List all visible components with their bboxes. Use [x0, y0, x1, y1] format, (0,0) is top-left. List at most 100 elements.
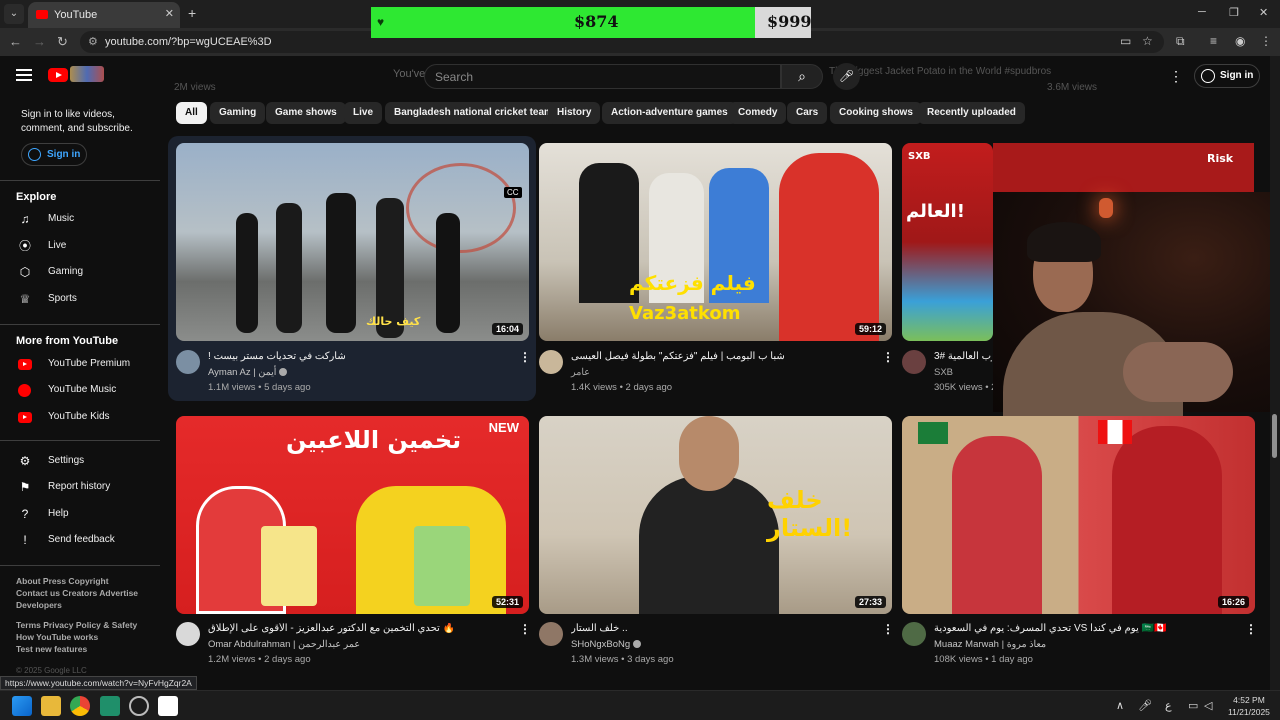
footer-links[interactable]: About Press Copyright	[16, 576, 109, 586]
avatar[interactable]	[539, 350, 563, 374]
video-title[interactable]: تحدي المسرف: يوم في السعودية VS يوم في ك…	[934, 623, 1234, 634]
network-icon[interactable]: ▭	[1188, 699, 1198, 712]
language-indicator[interactable]: ع	[1165, 699, 1172, 712]
avatar[interactable]	[539, 622, 563, 646]
sidebar-item-live[interactable]: ⦿ Live	[0, 234, 160, 260]
footer-links[interactable]: Test new features	[16, 644, 87, 654]
app-icon[interactable]	[158, 696, 178, 716]
footer-links[interactable]: Contact us Creators Advertise	[16, 588, 138, 598]
sidebar-item-music-app[interactable]: YouTube Music	[0, 378, 160, 404]
avatar[interactable]	[902, 350, 926, 374]
channel-name[interactable]: عامر	[571, 367, 590, 378]
search-icon[interactable]: ⌕	[781, 64, 823, 89]
tab-close-icon[interactable]: ✕	[165, 7, 174, 20]
sidebar-item-kids[interactable]: YouTube Kids	[0, 405, 160, 431]
footer-links[interactable]: Terms Privacy Policy & Safety	[16, 620, 137, 630]
avatar[interactable]	[176, 622, 200, 646]
sign-in-button[interactable]: Sign in	[1194, 64, 1260, 88]
clock[interactable]: 4:52 PM 11/21/2025	[1228, 694, 1270, 718]
minimize-icon[interactable]: ─	[1198, 6, 1206, 18]
channel-name[interactable]: Muaaz Marwah | معاذ مروة	[934, 639, 1046, 650]
video-title[interactable]: ! شاركت في تحديات مستر بيست	[208, 351, 508, 362]
sidebar-item-report-history[interactable]: ⚑ Report history	[0, 475, 160, 501]
back-icon[interactable]: ←	[9, 34, 22, 49]
sidebar-item-gaming[interactable]: ⬡ Gaming	[0, 260, 160, 286]
chip-gaming[interactable]: Gaming	[210, 102, 266, 124]
browser-menu-icon[interactable]: ⋮	[1260, 34, 1272, 48]
sidebar-item-sports[interactable]: ♕ Sports	[0, 287, 160, 313]
microphone-tray-icon[interactable]: 🎤︎	[1138, 699, 1152, 712]
chip-game-shows[interactable]: Game shows	[266, 102, 346, 124]
profile-icon[interactable]: ◉	[1235, 34, 1245, 48]
url-text[interactable]: youtube.com/?bp=wgUCEAE%3D	[105, 36, 272, 48]
volume-icon[interactable]: ◁	[1204, 699, 1212, 712]
channel-name[interactable]: SHoNgxBoNg	[571, 639, 642, 650]
sidebar-item-premium[interactable]: YouTube Premium	[0, 352, 160, 378]
video-menu-icon[interactable]: ⋮	[882, 350, 894, 364]
app-icon[interactable]	[100, 696, 120, 716]
footer-links[interactable]: Developers	[16, 600, 62, 610]
chip-cooking[interactable]: Cooking shows	[830, 102, 922, 124]
video-thumbnail[interactable]: فيلم فزعتكم Vaz3atkom 59:12	[539, 143, 892, 341]
chip-live[interactable]: Live	[344, 102, 383, 124]
video-thumbnail[interactable]: تخمين اللاعبين NEW 52:31	[176, 416, 529, 614]
video-thumbnail[interactable]: 16:26	[902, 416, 1255, 614]
site-info-icon[interactable]: ⚙	[88, 35, 98, 48]
sidebar-item-music[interactable]: ♫ Music	[0, 207, 160, 233]
forward-icon[interactable]: →	[33, 34, 46, 49]
sidebar-item-settings[interactable]: ⚙ Settings	[0, 449, 160, 475]
avatar[interactable]	[902, 622, 926, 646]
video-title[interactable]: شبا ب البومب | فيلم "فزعتكم" بطولة فيصل …	[571, 351, 871, 362]
chip-history[interactable]: History	[548, 102, 601, 124]
youtube-logo-icon[interactable]	[48, 68, 68, 82]
chip-cricket[interactable]: Bangladesh national cricket team	[385, 102, 562, 124]
video-thumbnail[interactable]: SXB العالم!	[902, 143, 993, 341]
sidebar-item-feedback[interactable]: ! Send feedback	[0, 528, 160, 554]
app-icon[interactable]	[129, 696, 149, 716]
cc-badge[interactable]: CC	[504, 187, 522, 198]
sidebar-sign-in-button[interactable]: Sign in	[21, 143, 87, 166]
scrollbar[interactable]	[1270, 56, 1280, 690]
search-input[interactable]: Search	[424, 64, 781, 89]
extensions-icon[interactable]: ⧉	[1176, 34, 1185, 49]
video-menu-icon[interactable]: ⋮	[882, 622, 894, 636]
channel-name[interactable]: Ayman Az | أيمن	[208, 367, 288, 378]
avatar[interactable]	[176, 350, 200, 374]
video-title[interactable]: 3# حرب العالمية	[934, 351, 992, 362]
video-thumbnail[interactable]: CC كيف حالك 16:04	[176, 143, 529, 341]
new-tab-button[interactable]: +	[188, 5, 196, 21]
video-title[interactable]: تحدي التخمين مع الدكتور عبدالعزيز - الأق…	[208, 623, 508, 634]
channel-name[interactable]: SXB	[934, 367, 953, 378]
menu-icon[interactable]	[16, 69, 32, 81]
sidebar-item-help[interactable]: ? Help	[0, 502, 160, 528]
chip-cars[interactable]: Cars	[787, 102, 828, 124]
close-window-icon[interactable]: ✕	[1259, 6, 1268, 19]
reload-icon[interactable]: ↻	[57, 34, 68, 50]
video-title[interactable]: خلف الستار ..	[571, 623, 871, 634]
video-menu-icon[interactable]: ⋮	[519, 350, 531, 364]
video-menu-icon[interactable]: ⋮	[1245, 622, 1257, 636]
video-menu-icon[interactable]: ⋮	[519, 622, 531, 636]
settings-menu-icon[interactable]: ⋮	[1169, 68, 1183, 85]
restore-icon[interactable]: ❐	[1229, 6, 1239, 19]
file-explorer-icon[interactable]	[41, 696, 61, 716]
youtube-doodle[interactable]	[70, 66, 104, 82]
footer-links[interactable]: How YouTube works	[16, 632, 98, 642]
chip-recently-uploaded[interactable]: Recently uploaded	[918, 102, 1025, 124]
tab-youtube[interactable]: YouTube ✕	[28, 2, 180, 28]
tray-chevron-icon[interactable]: ∧	[1116, 699, 1124, 712]
cast-icon[interactable]: ▭	[1120, 34, 1131, 48]
scrollbar-thumb[interactable]	[1272, 414, 1277, 458]
bookmark-star-icon[interactable]: ☆	[1142, 34, 1153, 48]
windows-start-icon[interactable]	[12, 696, 32, 716]
microphone-icon[interactable]: 🎤︎	[833, 63, 860, 90]
chip-action-adventure[interactable]: Action-adventure games	[602, 102, 737, 124]
chip-comedy[interactable]: Comedy	[729, 102, 787, 124]
video-thumbnail[interactable]: خلف الستار! 27:33	[539, 416, 892, 614]
channel-name[interactable]: Omar Abdulrahman | عمر عبدالرحمن	[208, 639, 360, 650]
chip-all[interactable]: All	[176, 102, 207, 124]
chrome-icon[interactable]	[70, 696, 90, 716]
media-icon[interactable]: ≡	[1210, 34, 1217, 48]
video-thumbnail-strip[interactable]: Risk	[993, 143, 1254, 192]
tab-list-button[interactable]: ⌄	[4, 4, 24, 24]
